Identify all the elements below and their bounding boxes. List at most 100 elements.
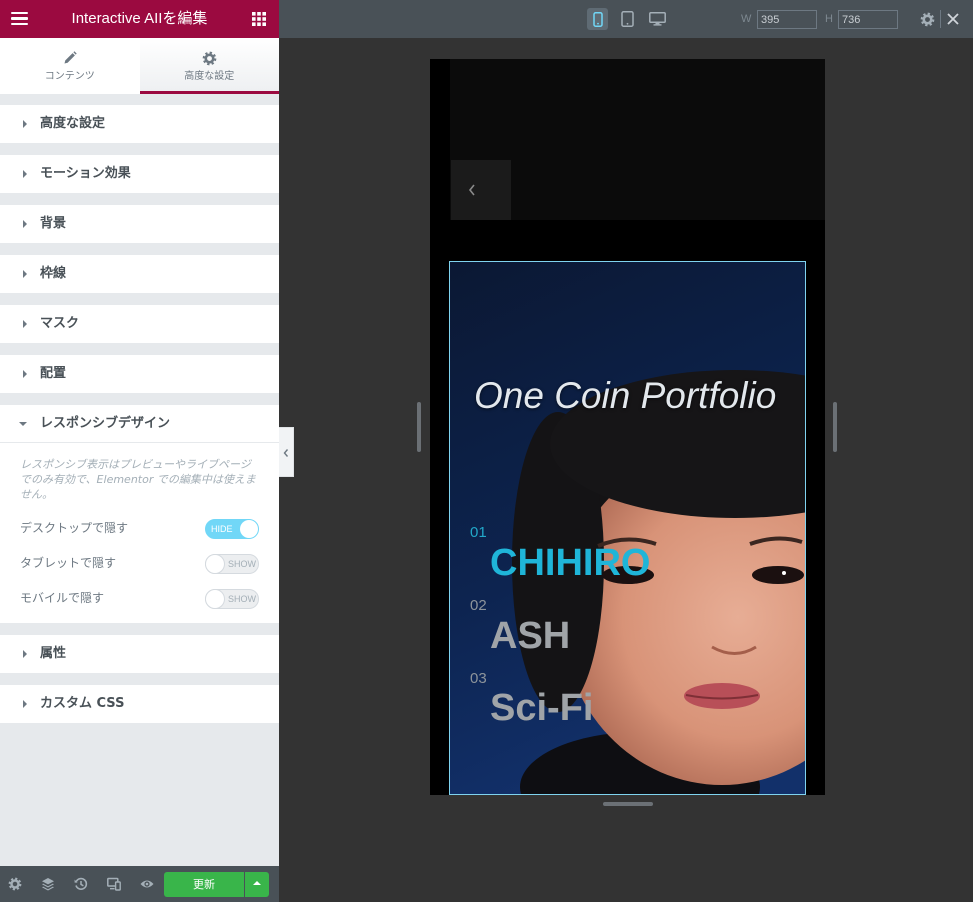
- hide-desktop-label: デスクトップで隠す: [20, 521, 129, 535]
- hide-mobile-label: モバイルで隠す: [20, 591, 105, 605]
- tab-content-icon-wrap: [0, 51, 140, 67]
- gear-icon[interactable]: [8, 877, 22, 891]
- responsive-controls: レスポンシブ表示はプレビューやライブページでのみ有効で、Elementor での…: [0, 443, 279, 623]
- save-options-button[interactable]: [245, 872, 269, 897]
- section-label: 属性: [40, 646, 67, 661]
- gear-icon[interactable]: [920, 12, 935, 27]
- hide-mobile-row: モバイルで隠す SHOW: [20, 581, 259, 616]
- preview-frame: One Coin Portfolio 01 CHIHIRO 02 ASH 03 …: [430, 59, 825, 795]
- responsive-note: レスポンシブ表示はプレビューやライブページでのみ有効で、Elementor での…: [20, 458, 256, 501]
- section-responsive: レスポンシブデザイン レスポンシブ表示はプレビューやライブページでのみ有効で、E…: [0, 405, 279, 623]
- toggle-knob: [206, 590, 224, 608]
- hide-desktop-toggle[interactable]: HIDE: [205, 519, 259, 539]
- section-header[interactable]: 高度な設定: [0, 105, 279, 143]
- section-label: 枠線: [40, 266, 67, 281]
- portfolio-heading: One Coin Portfolio: [474, 375, 777, 416]
- portfolio-item-ash[interactable]: ASH: [490, 614, 570, 658]
- section-mask: マスク: [0, 305, 279, 343]
- tab-advanced[interactable]: 高度な設定: [139, 38, 280, 94]
- section-label: カスタム CSS: [40, 696, 125, 711]
- hide-tablet-row: タブレットで隠す SHOW: [20, 546, 259, 581]
- width-label: W: [741, 13, 752, 25]
- section-header[interactable]: レスポンシブデザイン: [0, 405, 279, 443]
- caret-right-icon: [23, 270, 27, 278]
- desktop-icon: [648, 12, 666, 26]
- section-header[interactable]: モーション効果: [0, 155, 279, 193]
- height-input[interactable]: [838, 10, 898, 29]
- tab-advanced-icon-wrap: [140, 51, 280, 67]
- section-label: 高度な設定: [40, 116, 106, 131]
- chevron-left-icon: [468, 184, 475, 196]
- device-desktop-button[interactable]: [646, 8, 668, 30]
- section-label: 背景: [40, 216, 67, 231]
- section-border: 枠線: [0, 255, 279, 293]
- section-label: モーション効果: [40, 166, 131, 181]
- slider-prev-button[interactable]: [451, 160, 511, 220]
- pencil-icon: [64, 51, 77, 64]
- portfolio-item-chihiro[interactable]: CHIHIRO: [490, 541, 650, 585]
- width-input[interactable]: [757, 10, 817, 29]
- caret-right-icon: [23, 220, 27, 228]
- menu-icon[interactable]: [11, 12, 28, 25]
- caret-right-icon: [23, 320, 27, 328]
- panel-title: Interactive AIIを編集: [71, 10, 208, 27]
- tab-content[interactable]: コンテンツ: [0, 38, 140, 94]
- caret-right-icon: [23, 120, 27, 128]
- section-attributes: 属性: [0, 635, 279, 673]
- section-header[interactable]: 属性: [0, 635, 279, 673]
- resize-handle-left[interactable]: [417, 402, 421, 452]
- hide-tablet-toggle[interactable]: SHOW: [205, 554, 259, 574]
- caret-right-icon: [23, 370, 27, 378]
- toggle-knob: [206, 555, 224, 573]
- editor-panel: Interactive AIIを編集 コンテンツ 高度な設定 高度な設定 モーシ…: [0, 0, 279, 902]
- interactive-portfolio-widget[interactable]: One Coin Portfolio 01 CHIHIRO 02 ASH 03 …: [449, 261, 806, 795]
- history-icon[interactable]: [74, 877, 88, 891]
- tab-content-label: コンテンツ: [44, 71, 95, 82]
- collapse-panel-button[interactable]: [279, 427, 294, 477]
- gear-icon: [202, 51, 217, 66]
- section-background: 背景: [0, 205, 279, 243]
- responsive-icon[interactable]: [107, 877, 121, 891]
- chevron-left-icon: [283, 449, 289, 457]
- section-positioning: 配置: [0, 355, 279, 393]
- section-motion-effects: モーション効果: [0, 155, 279, 193]
- section-header[interactable]: 背景: [0, 205, 279, 243]
- caret-down-icon: [19, 422, 27, 426]
- item-number: 02: [470, 597, 487, 614]
- eye-icon[interactable]: [140, 877, 154, 891]
- resize-handle-bottom[interactable]: [603, 802, 653, 806]
- section-advanced: 高度な設定: [0, 105, 279, 143]
- section-label: 配置: [40, 366, 67, 381]
- caret-right-icon: [23, 700, 27, 708]
- caret-right-icon: [23, 170, 27, 178]
- section-label: レスポンシブデザイン: [40, 416, 171, 431]
- section-header[interactable]: カスタム CSS: [0, 685, 279, 723]
- section-label: マスク: [40, 316, 80, 331]
- panel-footer: 更新: [0, 866, 279, 902]
- widgets-grid-icon[interactable]: [252, 12, 266, 26]
- toggle-state: SHOW: [228, 594, 256, 604]
- item-number: 03: [470, 670, 487, 687]
- section-header[interactable]: 枠線: [0, 255, 279, 293]
- close-icon[interactable]: [947, 13, 959, 25]
- toggle-state: SHOW: [228, 559, 256, 569]
- hide-desktop-row: デスクトップで隠す HIDE: [20, 511, 259, 546]
- layers-icon[interactable]: [41, 877, 55, 891]
- portrait-eye-highlight: [782, 571, 786, 575]
- resize-handle-right[interactable]: [833, 402, 837, 452]
- panel-tabs: コンテンツ 高度な設定: [0, 38, 279, 94]
- portfolio-item-scifi[interactable]: Sci-Fi: [490, 686, 593, 730]
- toggle-state: HIDE: [211, 524, 233, 534]
- section-header[interactable]: 配置: [0, 355, 279, 393]
- section-custom-css: カスタム CSS: [0, 685, 279, 723]
- tab-advanced-label: 高度な設定: [184, 71, 235, 82]
- hide-tablet-label: タブレットで隠す: [20, 556, 117, 570]
- section-header[interactable]: マスク: [0, 305, 279, 343]
- caret-right-icon: [23, 650, 27, 658]
- mobile-icon: [592, 11, 603, 27]
- hide-mobile-toggle[interactable]: SHOW: [205, 589, 259, 609]
- height-label: H: [825, 13, 833, 25]
- update-button[interactable]: 更新: [164, 872, 244, 897]
- device-tablet-button[interactable]: [617, 8, 637, 30]
- device-mobile-button[interactable]: [587, 8, 608, 30]
